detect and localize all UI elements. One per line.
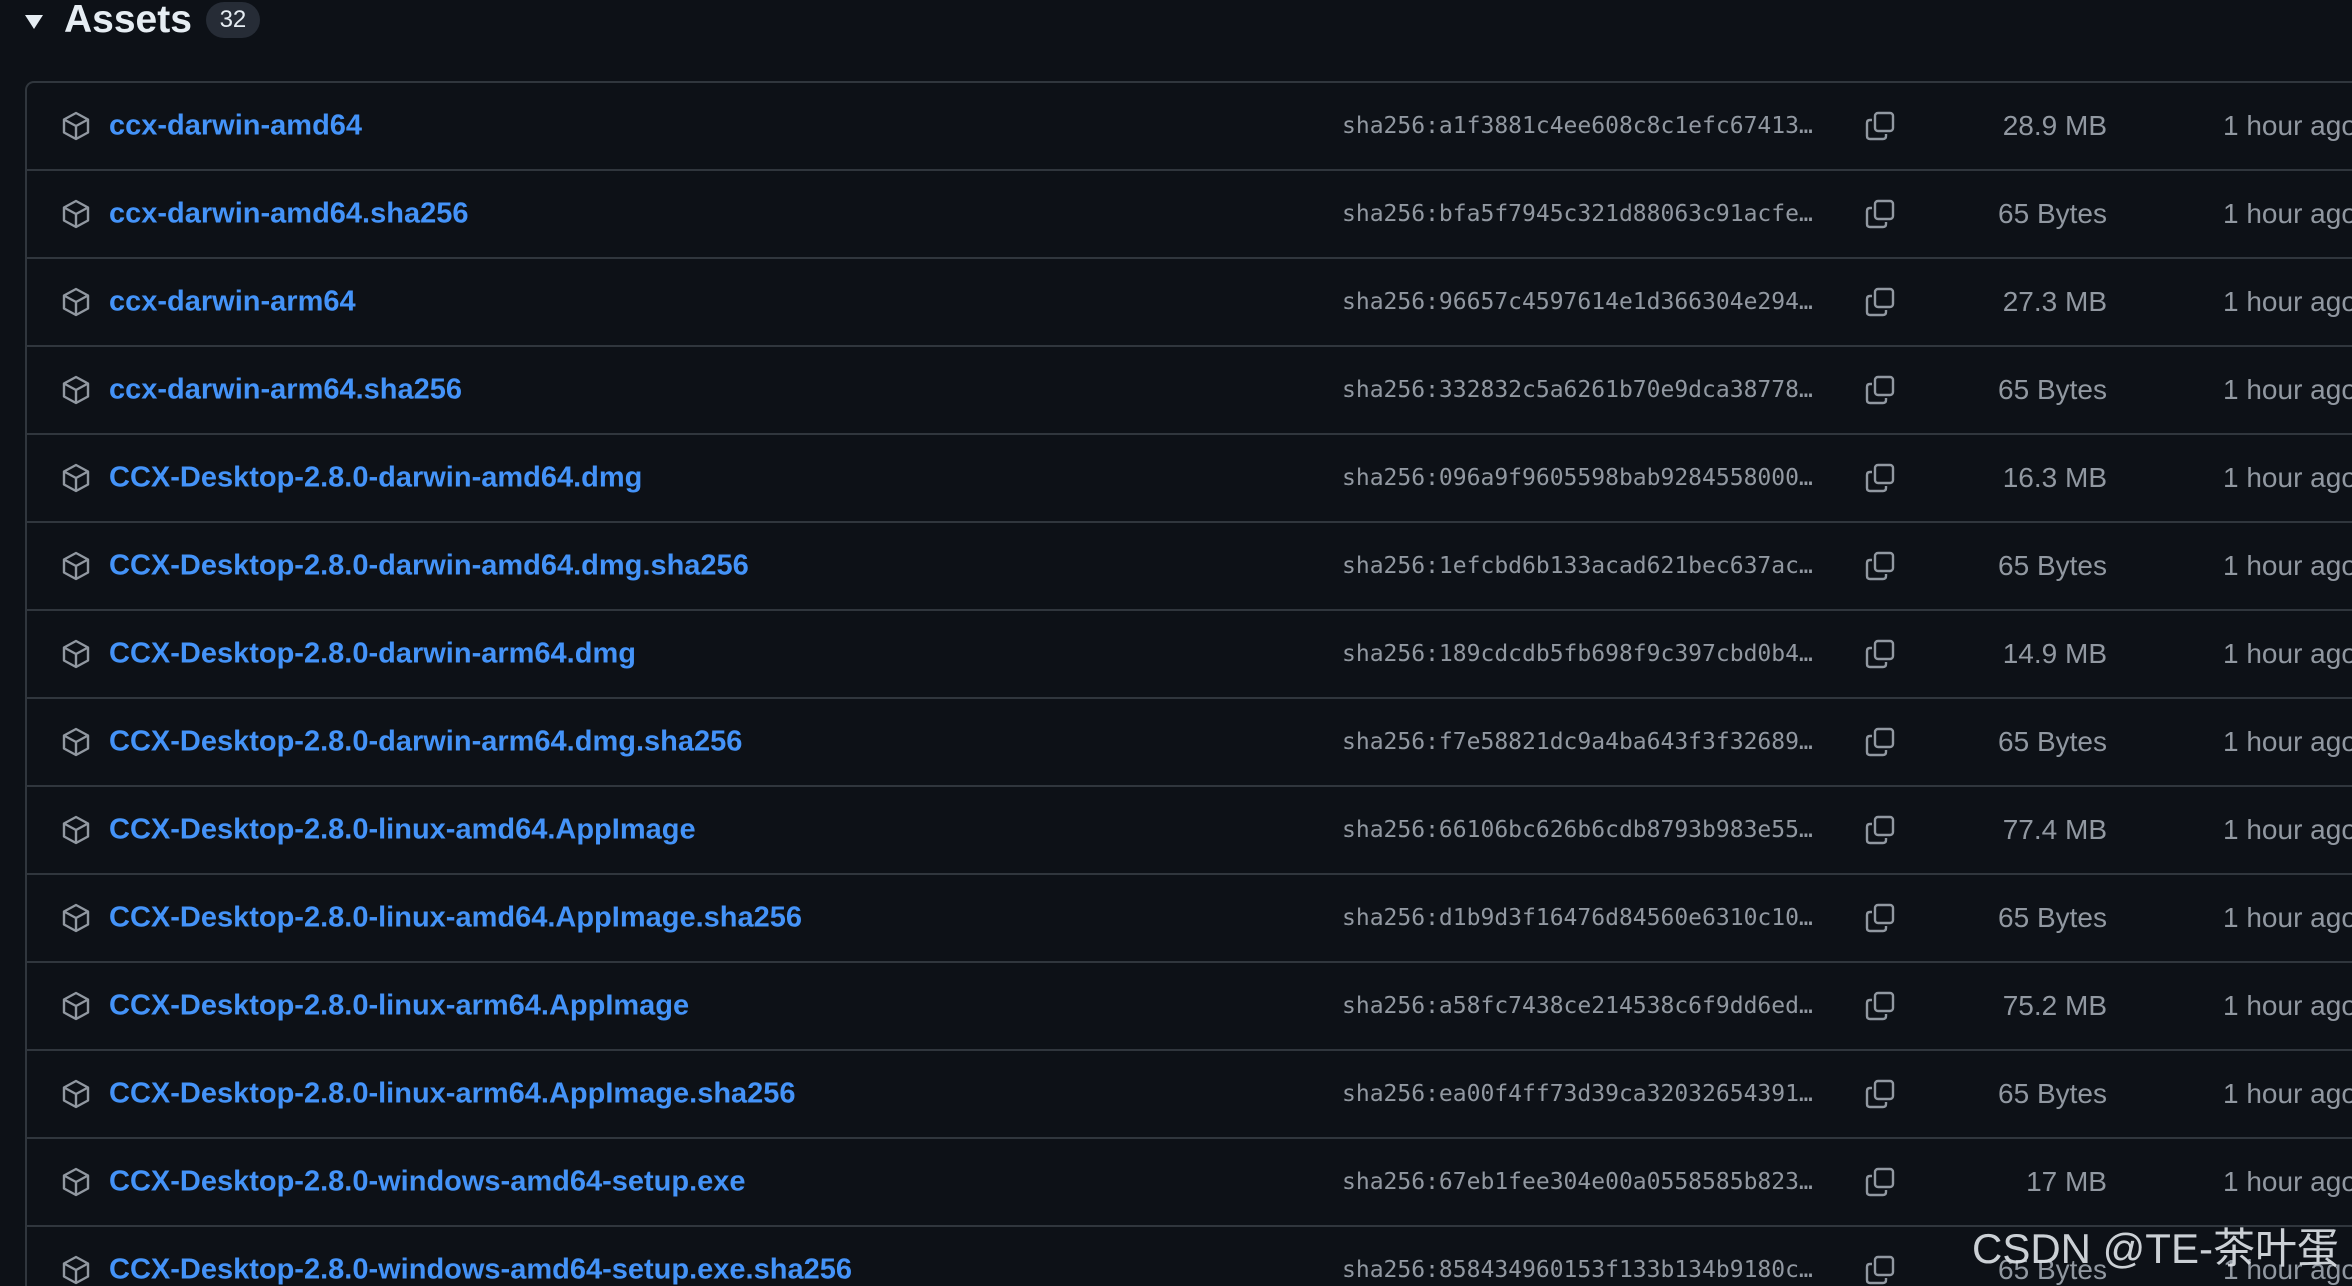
asset-sha256-digest: sha256:66106bc626b6cdb8793b983e55…: [1342, 817, 1813, 843]
asset-uploaded-time: 1 hour ago: [2223, 374, 2352, 405]
asset-row: CCX-Desktop-2.8.0-linux-amd64.AppImage s…: [27, 785, 2352, 873]
asset-uploaded-time: 1 hour ago: [2223, 726, 2352, 757]
asset-row: ccx-darwin-amd64 sha256:a1f3881c4ee608c8…: [27, 83, 2352, 169]
asset-name-link[interactable]: CCX-Desktop-2.8.0-darwin-amd64.dmg.sha25…: [109, 550, 749, 583]
release-assets-page: Assets 32 ccx-darwin-amd64 sha256:a1f388…: [0, 0, 2352, 1286]
package-icon: [62, 1167, 90, 1197]
asset-row: CCX-Desktop-2.8.0-linux-amd64.AppImage.s…: [27, 873, 2352, 961]
asset-name-link[interactable]: ccx-darwin-arm64.sha256: [109, 374, 462, 407]
asset-uploaded-time: 1 hour ago: [2223, 902, 2352, 933]
asset-row: CCX-Desktop-2.8.0-linux-arm64.AppImage s…: [27, 961, 2352, 1049]
asset-uploaded-time: 1 hour ago: [2223, 1078, 2352, 1109]
asset-row: ccx-darwin-amd64.sha256 sha256:bfa5f7945…: [27, 169, 2352, 257]
asset-sha256-digest: sha256:096a9f9605598bab9284558000…: [1342, 465, 1813, 491]
asset-uploaded-time: 1 hour ago: [2223, 462, 2352, 493]
assets-count-badge: 32: [205, 2, 260, 38]
watermark: CSDN @TE-茶叶蛋: [1972, 1225, 2339, 1272]
asset-row: CCX-Desktop-2.8.0-linux-arm64.AppImage.s…: [27, 1049, 2352, 1137]
asset-sha256-digest: sha256:96657c4597614e1d366304e294…: [1342, 289, 1813, 315]
asset-sha256-digest: sha256:1efcbd6b133acad621bec637ac…: [1342, 553, 1813, 579]
asset-size: 65 Bytes: [1998, 726, 2107, 757]
package-icon: [62, 375, 90, 405]
asset-sha256-digest: sha256:a58fc7438ce214538c6f9dd6ed…: [1342, 993, 1813, 1019]
asset-list: ccx-darwin-amd64 sha256:a1f3881c4ee608c8…: [25, 81, 2352, 1286]
asset-size: 14.9 MB: [2002, 638, 2107, 669]
package-icon: [62, 287, 90, 317]
asset-uploaded-time: 1 hour ago: [2223, 550, 2352, 581]
asset-name-link[interactable]: ccx-darwin-amd64: [109, 110, 362, 143]
asset-uploaded-time: 1 hour ago: [2223, 198, 2352, 229]
asset-uploaded-time: 1 hour ago: [2223, 1166, 2352, 1197]
asset-size: 65 Bytes: [1998, 902, 2107, 933]
asset-row: CCX-Desktop-2.8.0-windows-amd64-setup.ex…: [27, 1137, 2352, 1225]
asset-sha256-digest: sha256:332832c5a6261b70e9dca38778…: [1342, 377, 1813, 403]
asset-size: 65 Bytes: [1998, 198, 2107, 229]
asset-uploaded-time: 1 hour ago: [2223, 110, 2352, 141]
asset-size: 65 Bytes: [1998, 374, 2107, 405]
asset-size: 65 Bytes: [1998, 550, 2107, 581]
assets-header[interactable]: Assets 32: [22, 0, 260, 40]
asset-uploaded-time: 1 hour ago: [2223, 814, 2352, 845]
asset-name-link[interactable]: CCX-Desktop-2.8.0-darwin-arm64.dmg: [109, 638, 636, 671]
package-icon: [62, 199, 90, 229]
triangle-down-icon[interactable]: [22, 10, 46, 34]
asset-size: 27.3 MB: [2002, 286, 2107, 317]
asset-row: CCX-Desktop-2.8.0-darwin-arm64.dmg.sha25…: [27, 697, 2352, 785]
asset-name-link[interactable]: CCX-Desktop-2.8.0-linux-amd64.AppImage: [109, 814, 696, 847]
package-icon: [62, 903, 90, 933]
asset-name-link[interactable]: ccx-darwin-arm64: [109, 286, 356, 319]
package-icon: [62, 111, 90, 141]
package-icon: [62, 991, 90, 1021]
asset-row: CCX-Desktop-2.8.0-darwin-arm64.dmg sha25…: [27, 609, 2352, 697]
asset-sha256-digest: sha256:bfa5f7945c321d88063c91acfe…: [1342, 201, 1813, 227]
asset-size: 65 Bytes: [1998, 1078, 2107, 1109]
asset-uploaded-time: 1 hour ago: [2223, 638, 2352, 669]
asset-name-link[interactable]: CCX-Desktop-2.8.0-linux-amd64.AppImage.s…: [109, 902, 802, 935]
asset-size: 17 MB: [2026, 1166, 2107, 1197]
asset-uploaded-time: 1 hour ago: [2223, 286, 2352, 317]
asset-row: CCX-Desktop-2.8.0-darwin-amd64.dmg sha25…: [27, 433, 2352, 521]
package-icon: [62, 1079, 90, 1109]
package-icon: [62, 727, 90, 757]
asset-row: ccx-darwin-arm64.sha256 sha256:332832c5a…: [27, 345, 2352, 433]
asset-sha256-digest: sha256:189cdcdb5fb698f9c397cbd0b4…: [1342, 641, 1813, 667]
asset-size: 16.3 MB: [2002, 462, 2107, 493]
asset-name-link[interactable]: CCX-Desktop-2.8.0-darwin-amd64.dmg: [109, 462, 642, 495]
asset-sha256-digest: sha256:f7e58821dc9a4ba643f3f32689…: [1342, 729, 1813, 755]
package-icon: [62, 551, 90, 581]
asset-uploaded-time: 1 hour ago: [2223, 990, 2352, 1021]
asset-row: CCX-Desktop-2.8.0-darwin-amd64.dmg.sha25…: [27, 521, 2352, 609]
asset-name-link[interactable]: CCX-Desktop-2.8.0-windows-amd64-setup.ex…: [109, 1254, 852, 1286]
asset-name-link[interactable]: CCX-Desktop-2.8.0-linux-arm64.AppImage.s…: [109, 1078, 796, 1111]
asset-sha256-digest: sha256:d1b9d3f16476d84560e6310c10…: [1342, 905, 1813, 931]
assets-title: Assets: [64, 0, 192, 41]
asset-size: 28.9 MB: [2002, 110, 2107, 141]
asset-name-link[interactable]: ccx-darwin-amd64.sha256: [109, 198, 468, 231]
asset-name-link[interactable]: CCX-Desktop-2.8.0-linux-arm64.AppImage: [109, 990, 689, 1023]
asset-size: 75.2 MB: [2002, 990, 2107, 1021]
asset-sha256-digest: sha256:a1f3881c4ee608c8c1efc67413…: [1342, 113, 1813, 139]
asset-name-link[interactable]: CCX-Desktop-2.8.0-darwin-arm64.dmg.sha25…: [109, 726, 742, 759]
package-icon: [62, 463, 90, 493]
asset-sha256-digest: sha256:858434960153f133b134b9180c…: [1342, 1257, 1813, 1283]
asset-size: 77.4 MB: [2002, 814, 2107, 845]
package-icon: [62, 639, 90, 669]
asset-row: ccx-darwin-arm64 sha256:96657c4597614e1d…: [27, 257, 2352, 345]
asset-name-link[interactable]: CCX-Desktop-2.8.0-windows-amd64-setup.ex…: [109, 1166, 746, 1199]
package-icon: [62, 815, 90, 845]
package-icon: [62, 1255, 90, 1285]
asset-sha256-digest: sha256:67eb1fee304e00a0558585b823…: [1342, 1169, 1813, 1195]
asset-sha256-digest: sha256:ea00f4ff73d39ca32032654391…: [1342, 1081, 1813, 1107]
